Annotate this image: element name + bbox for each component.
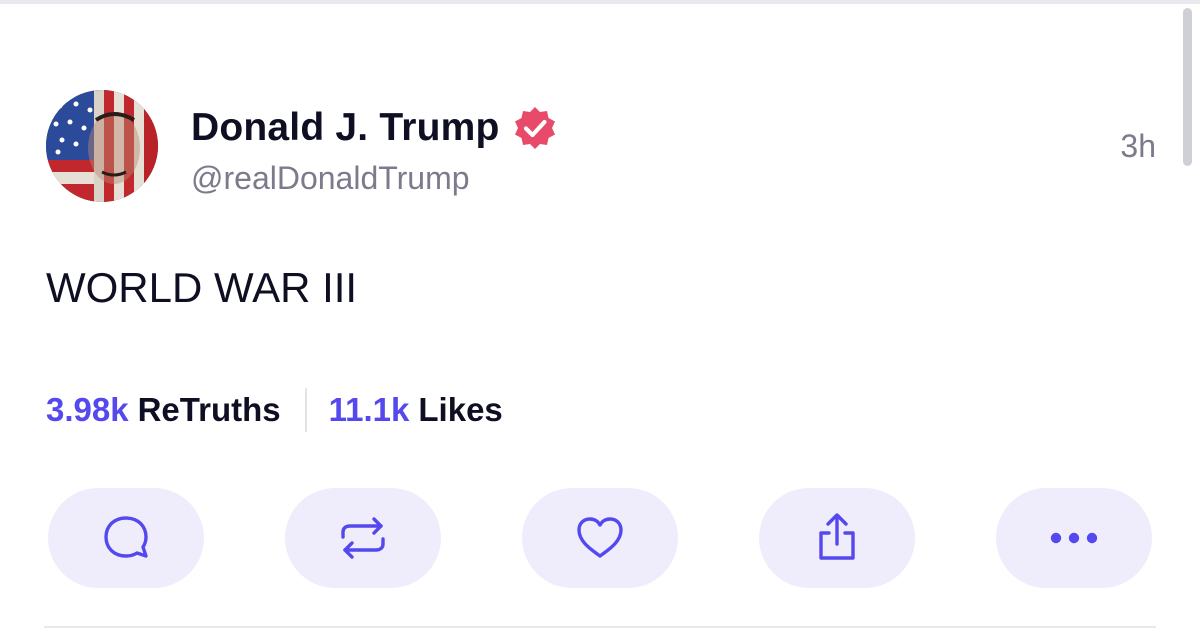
author-display-name[interactable]: Donald J. Trump: [191, 106, 500, 150]
retruths-count[interactable]: 3.98k: [46, 391, 129, 429]
stats-divider: [304, 388, 307, 432]
retruth-button[interactable]: [285, 488, 441, 588]
heart-icon: [577, 517, 623, 558]
post-timestamp[interactable]: 3h: [1120, 128, 1156, 165]
verified-badge-icon: [514, 107, 555, 149]
post-stats: 3.98k ReTruths 11.1k Likes: [46, 386, 503, 434]
author-handle[interactable]: @realDonaldTrump: [191, 160, 470, 197]
bottom-divider: [44, 626, 1156, 628]
like-button[interactable]: [522, 488, 678, 588]
post-text: WORLD WAR III: [46, 264, 358, 311]
share-button[interactable]: [759, 488, 915, 588]
likes-label[interactable]: Likes: [418, 391, 502, 429]
author-name-row[interactable]: Donald J. Trump: [191, 104, 558, 152]
flag-portrait-avatar-icon: [46, 90, 158, 202]
more-dots-icon: [1050, 532, 1098, 544]
repost-arrows-icon: [341, 517, 385, 559]
avatar[interactable]: [46, 90, 158, 202]
reply-button[interactable]: [48, 488, 204, 588]
retruths-label[interactable]: ReTruths: [138, 391, 281, 429]
more-button[interactable]: [996, 488, 1152, 588]
likes-count[interactable]: 11.1k: [329, 391, 410, 429]
top-divider: [0, 0, 1200, 4]
scrollbar[interactable]: [1183, 8, 1192, 166]
share-upload-icon: [819, 513, 855, 560]
comment-bubble-icon: [104, 516, 148, 558]
